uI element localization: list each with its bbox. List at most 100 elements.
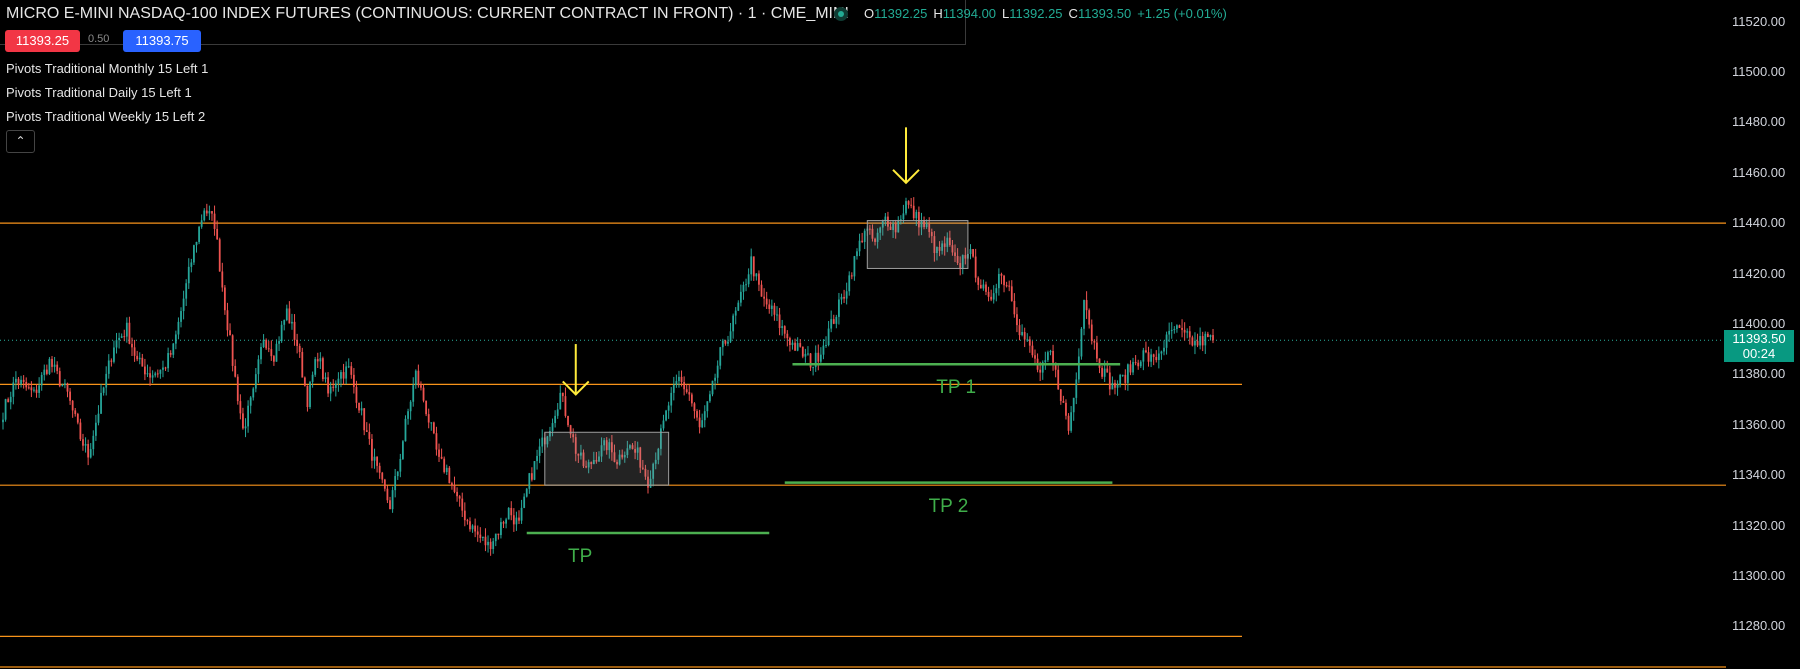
candle (801, 346, 804, 359)
candle (559, 385, 562, 410)
candle (285, 304, 288, 322)
candle-body (1183, 329, 1186, 333)
candle (260, 343, 262, 365)
candle-body (1176, 325, 1178, 329)
candle-body (17, 378, 20, 385)
market-status-icon[interactable] (834, 7, 848, 21)
candle (479, 527, 482, 543)
candle-body (43, 369, 46, 375)
candle-body (696, 411, 698, 418)
candle (82, 433, 84, 451)
low-value: 11392.25 (1009, 6, 1063, 21)
candle-body (724, 340, 727, 344)
candle (412, 377, 415, 407)
price-chart[interactable] (0, 0, 1800, 669)
candle (515, 511, 518, 531)
candle-body (497, 533, 500, 536)
candle-body (1083, 300, 1085, 329)
candle-body (1147, 352, 1150, 362)
candle (732, 313, 735, 339)
candle (817, 344, 820, 371)
candle-body (200, 220, 203, 227)
candle (350, 361, 353, 379)
ohlc-readout: O11392.25 H11394.00 L11392.25 C11393.50 +1.2… (864, 6, 1233, 21)
candle-body (409, 401, 412, 412)
candle (905, 197, 907, 216)
close-value: 11393.50 (1077, 6, 1132, 21)
candle-body (376, 456, 378, 466)
chevron-up-icon[interactable]: ⌃ (6, 130, 35, 153)
buy-button[interactable]: 11393.75 (123, 30, 201, 52)
candle-body (1049, 350, 1052, 353)
candle (832, 314, 835, 325)
candle-body (249, 397, 252, 406)
candle (987, 286, 990, 302)
candle-body (902, 213, 905, 220)
candle (342, 363, 345, 385)
indicator-daily-pivots[interactable]: Pivots Traditional Daily 15 Left 1 (6, 85, 192, 100)
price-tick-label: 11500.00 (1732, 63, 1786, 79)
candle-body (479, 534, 482, 538)
candle (244, 418, 247, 438)
candle (35, 384, 38, 398)
candle-body (500, 522, 502, 536)
candle (1067, 413, 1070, 435)
candle-body (242, 413, 244, 429)
candle (144, 358, 146, 381)
candle (861, 232, 864, 244)
candle-body (822, 345, 825, 355)
candle (840, 293, 843, 305)
sell-button[interactable]: 11393.25 (5, 30, 80, 52)
candle-body (425, 400, 428, 415)
candle-body (1013, 300, 1016, 315)
candle (1057, 365, 1060, 390)
candle (430, 422, 433, 431)
candle-body (559, 392, 562, 410)
candle (280, 320, 283, 343)
candle (1209, 334, 1212, 341)
candle-body (850, 275, 853, 277)
candle-body (125, 322, 128, 337)
candle (907, 200, 910, 209)
candle-body (1021, 332, 1023, 336)
candle-body (760, 284, 763, 297)
candle-body (711, 380, 714, 395)
candle (208, 205, 211, 221)
candle-body (316, 359, 319, 362)
candle (1206, 331, 1209, 338)
candle (120, 333, 123, 339)
candle-body (1010, 286, 1013, 301)
symbol-title[interactable]: MICRO E-MINI NASDAQ-100 INDEX FUTURES (C… (6, 5, 849, 23)
candle-body (1199, 336, 1202, 346)
price-tick-label: 11420.00 (1732, 265, 1786, 281)
candle (494, 533, 497, 547)
candle-body (167, 353, 170, 369)
candle-body (33, 389, 35, 391)
candle (969, 244, 972, 260)
indicator-monthly-pivots[interactable]: Pivots Traditional Monthly 15 Left 1 (6, 61, 208, 76)
candle-body (1137, 362, 1140, 367)
candle (701, 413, 704, 429)
current-price-value: 11393.50 (1732, 331, 1786, 346)
candle (200, 214, 203, 229)
candle-body (337, 378, 340, 384)
candle-body (825, 344, 827, 346)
candle-body (1121, 374, 1124, 376)
candle-body (1093, 341, 1096, 343)
candle-body (254, 374, 257, 389)
candle (9, 391, 12, 410)
candle (270, 340, 273, 361)
candle (1134, 355, 1137, 366)
candle (1132, 357, 1134, 376)
candle-body (273, 356, 275, 362)
candle (1088, 308, 1091, 329)
candle (38, 377, 41, 398)
candle (71, 399, 74, 418)
candle (180, 307, 182, 328)
candle (770, 299, 773, 317)
candle-body (257, 359, 260, 375)
candle (107, 354, 110, 379)
indicator-weekly-pivots[interactable]: Pivots Traditional Weekly 15 Left 2 (6, 109, 205, 124)
candle-body (144, 366, 146, 375)
candle-body (386, 488, 389, 501)
